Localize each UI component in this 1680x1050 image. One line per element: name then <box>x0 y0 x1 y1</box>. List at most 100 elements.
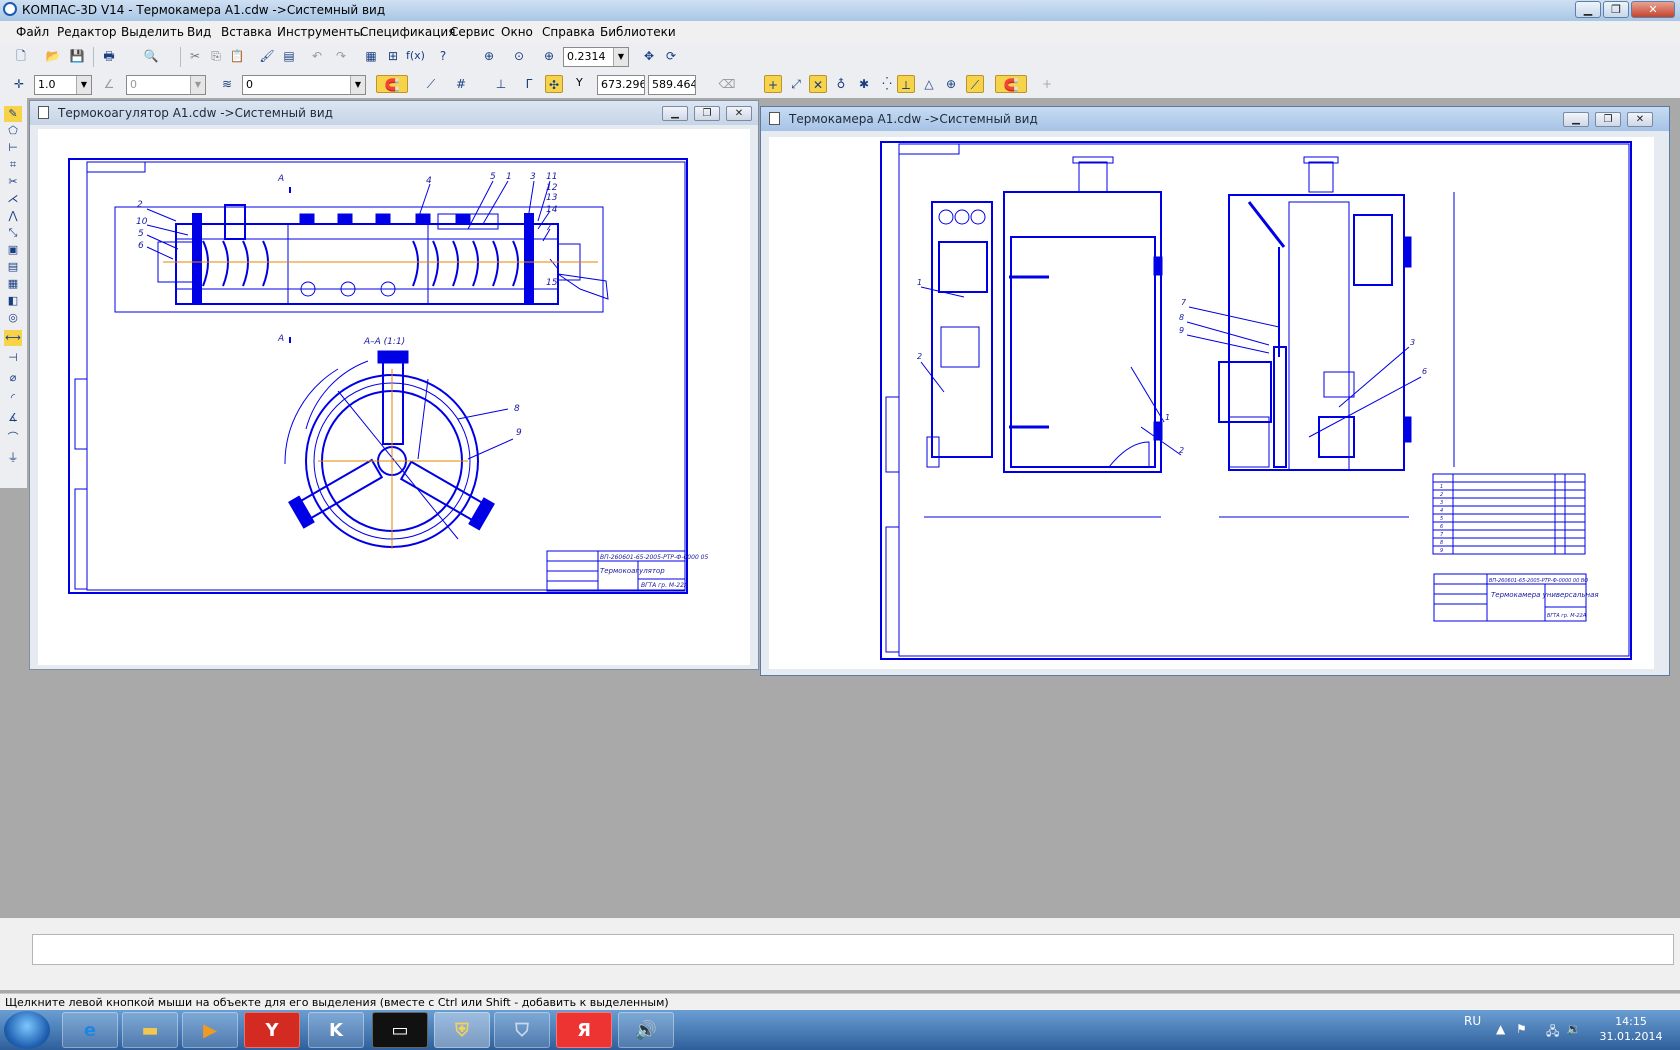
menu-libraries[interactable]: Библиотеки <box>600 25 676 39</box>
tray-expand-icon[interactable]: ▲ <box>1496 1022 1505 1036</box>
new-file-icon[interactable]: 🗋 <box>12 47 30 65</box>
copy-icon[interactable]: ⎘ <box>207 47 225 65</box>
doc-maximize-button[interactable]: ❐ <box>694 106 720 121</box>
grid-icon[interactable]: # <box>452 75 470 93</box>
doc-maximize-button[interactable]: ❐ <box>1595 112 1621 127</box>
spec-icon[interactable]: ▤ <box>4 259 22 275</box>
document-window-thermocoagulator[interactable]: Термокоагулятор A1.cdw ->Системный вид ▁… <box>29 100 759 670</box>
menu-window[interactable]: Окно <box>501 25 533 39</box>
layer-combo[interactable]: 0 ▼ <box>242 75 366 95</box>
snap-normal-icon[interactable]: ✱ <box>855 75 873 93</box>
list-icon[interactable]: ▤ <box>280 47 298 65</box>
snap-tangent-icon[interactable]: ♁ <box>832 75 850 93</box>
local-cs-icon[interactable]: ⊥ <box>492 75 510 93</box>
radial-dim-icon[interactable]: ◜ <box>4 390 22 406</box>
properties-brush-icon[interactable]: 🖌 <box>258 47 276 65</box>
system-clock[interactable]: 14:15 31.01.2014 <box>1596 1014 1666 1044</box>
redo-icon[interactable]: ↷ <box>332 47 350 65</box>
snap-intersection-icon[interactable]: ✕ <box>809 75 827 93</box>
kompas-app-icon[interactable] <box>3 2 17 16</box>
menu-specification[interactable]: Спецификация <box>360 25 455 39</box>
snap-angle-icon[interactable]: ⟂ <box>897 75 915 93</box>
document-title-bar[interactable]: Термокамера A1.cdw ->Системный вид ▁ ❐ ✕ <box>761 107 1669 131</box>
defender-shield-icon[interactable]: ⛉ <box>494 1012 550 1048</box>
geometry-icon[interactable]: ✎ <box>4 106 22 122</box>
insert-icon[interactable]: ◧ <box>4 293 22 309</box>
cut-icon[interactable]: ✂ <box>186 47 204 65</box>
round-icon[interactable]: Γ <box>520 75 538 93</box>
snap-magnet-icon[interactable]: 🧲 <box>376 75 408 93</box>
zoom-in-icon[interactable]: ⊕ <box>540 47 558 65</box>
save-icon[interactable]: 💾 <box>68 47 86 65</box>
snap-point-icon[interactable]: + <box>764 75 782 93</box>
tree-icon[interactable]: ⊞ <box>384 47 402 65</box>
shapes-icon[interactable]: ⬠ <box>4 123 22 139</box>
associative-view-icon[interactable]: ▣ <box>4 242 22 258</box>
arc-dim-icon[interactable]: ⌒ <box>4 430 22 446</box>
yandex-icon[interactable]: Я <box>556 1012 612 1048</box>
select-icon[interactable]: ⤡ <box>4 225 22 241</box>
menu-select[interactable]: Выделить <box>121 25 184 39</box>
snap-center-icon[interactable]: ⊕ <box>942 75 960 93</box>
maximize-button[interactable]: ❐ <box>1603 1 1629 18</box>
coord-x-field[interactable]: 673.2966 <box>597 75 645 95</box>
open-folder-icon[interactable]: 📂 <box>44 47 62 65</box>
preview-icon[interactable]: 🔍 <box>142 47 160 65</box>
angle-dim-icon[interactable]: ∡ <box>4 410 22 426</box>
diameter-dim-icon[interactable]: ⌀ <box>4 370 22 386</box>
coord-y-field[interactable]: 589.464 <box>648 75 696 95</box>
kompas-taskbar-icon[interactable]: K <box>308 1012 364 1048</box>
undo-icon[interactable]: ↶ <box>308 47 326 65</box>
measure-icon[interactable]: ⋀ <box>4 208 22 224</box>
help-pointer-icon[interactable]: ? <box>434 47 452 65</box>
command-input[interactable] <box>32 934 1674 965</box>
step-combo[interactable]: 1.0 ▼ <box>34 75 92 95</box>
zoom-scale-input[interactable]: 0.2314 ▼ <box>563 47 629 67</box>
media-player-icon[interactable]: ▶ <box>182 1012 238 1048</box>
paste-icon[interactable]: 📋 <box>228 47 246 65</box>
snap-grid-icon[interactable]: ⁛ <box>878 75 896 93</box>
doc-close-button[interactable]: ✕ <box>726 106 752 121</box>
linear-dim-icon[interactable]: ⟷ <box>4 330 22 346</box>
zoom-window-icon[interactable]: ⊕ <box>480 47 498 65</box>
refresh-icon[interactable]: ⟳ <box>662 47 680 65</box>
menu-view[interactable]: Вид <box>187 25 211 39</box>
drawing-canvas[interactable]: 1 2 1 2 7 8 9 3 6 1 2 3 4 5 6 7 8 9 ВП-2… <box>769 137 1654 669</box>
angle-combo[interactable]: 0 ▼ <box>126 75 206 95</box>
menu-file[interactable]: Файл <box>16 25 49 39</box>
ortho-icon[interactable]: ⟋ <box>422 75 440 93</box>
doc-minimize-button[interactable]: ▁ <box>662 106 688 121</box>
eraser-icon[interactable]: ⌫ <box>718 75 736 93</box>
internet-explorer-icon[interactable]: e <box>62 1012 118 1048</box>
menu-insert[interactable]: Вставка <box>221 25 272 39</box>
file-explorer-icon[interactable]: ▬ <box>122 1012 178 1048</box>
cursor-snap-icon[interactable]: ✣ <box>545 75 563 93</box>
document-window-thermochamber[interactable]: Термокамера A1.cdw ->Системный вид ▁ ❐ ✕ <box>760 106 1670 676</box>
parametrize-icon[interactable]: ⋌ <box>4 191 22 207</box>
zoom-all-icon[interactable]: ⊙ <box>510 47 528 65</box>
edit-icon[interactable]: ✂ <box>4 174 22 190</box>
security-shield-icon[interactable]: ⛨ <box>434 1012 490 1048</box>
snap-nearest-icon[interactable]: ⤢ <box>787 75 805 93</box>
document-title-bar[interactable]: Термокоагулятор A1.cdw ->Системный вид ▁… <box>30 101 758 125</box>
close-button[interactable]: ✕ <box>1631 1 1675 18</box>
print-icon[interactable]: 🖶 <box>100 47 118 65</box>
height-mark-icon[interactable]: ⏚ <box>4 450 22 466</box>
speaker-app-icon[interactable]: 🔊 <box>618 1012 674 1048</box>
menu-service[interactable]: Сервис <box>450 25 495 39</box>
doc-minimize-button[interactable]: ▁ <box>1563 112 1589 127</box>
dimensions-icon[interactable]: ⊢ <box>4 140 22 156</box>
pan-icon[interactable]: ✥ <box>640 47 658 65</box>
snap-extra-icon[interactable]: + <box>1038 75 1056 93</box>
yandex-browser-icon[interactable]: Y <box>244 1012 300 1048</box>
language-indicator[interactable]: RU <box>1464 1014 1481 1028</box>
doc-close-button[interactable]: ✕ <box>1627 112 1653 127</box>
horizontal-dim-icon[interactable]: ⊣ <box>4 350 22 366</box>
fragment-icon[interactable]: ◎ <box>4 310 22 326</box>
report-icon[interactable]: ▦ <box>4 276 22 292</box>
minimize-button[interactable]: ▁ <box>1575 1 1601 18</box>
snap-midpoint-icon[interactable]: △ <box>920 75 938 93</box>
snap-along-icon[interactable]: ⟋ <box>966 75 984 93</box>
start-button[interactable] <box>4 1011 50 1049</box>
manager-icon[interactable]: ▦ <box>362 47 380 65</box>
